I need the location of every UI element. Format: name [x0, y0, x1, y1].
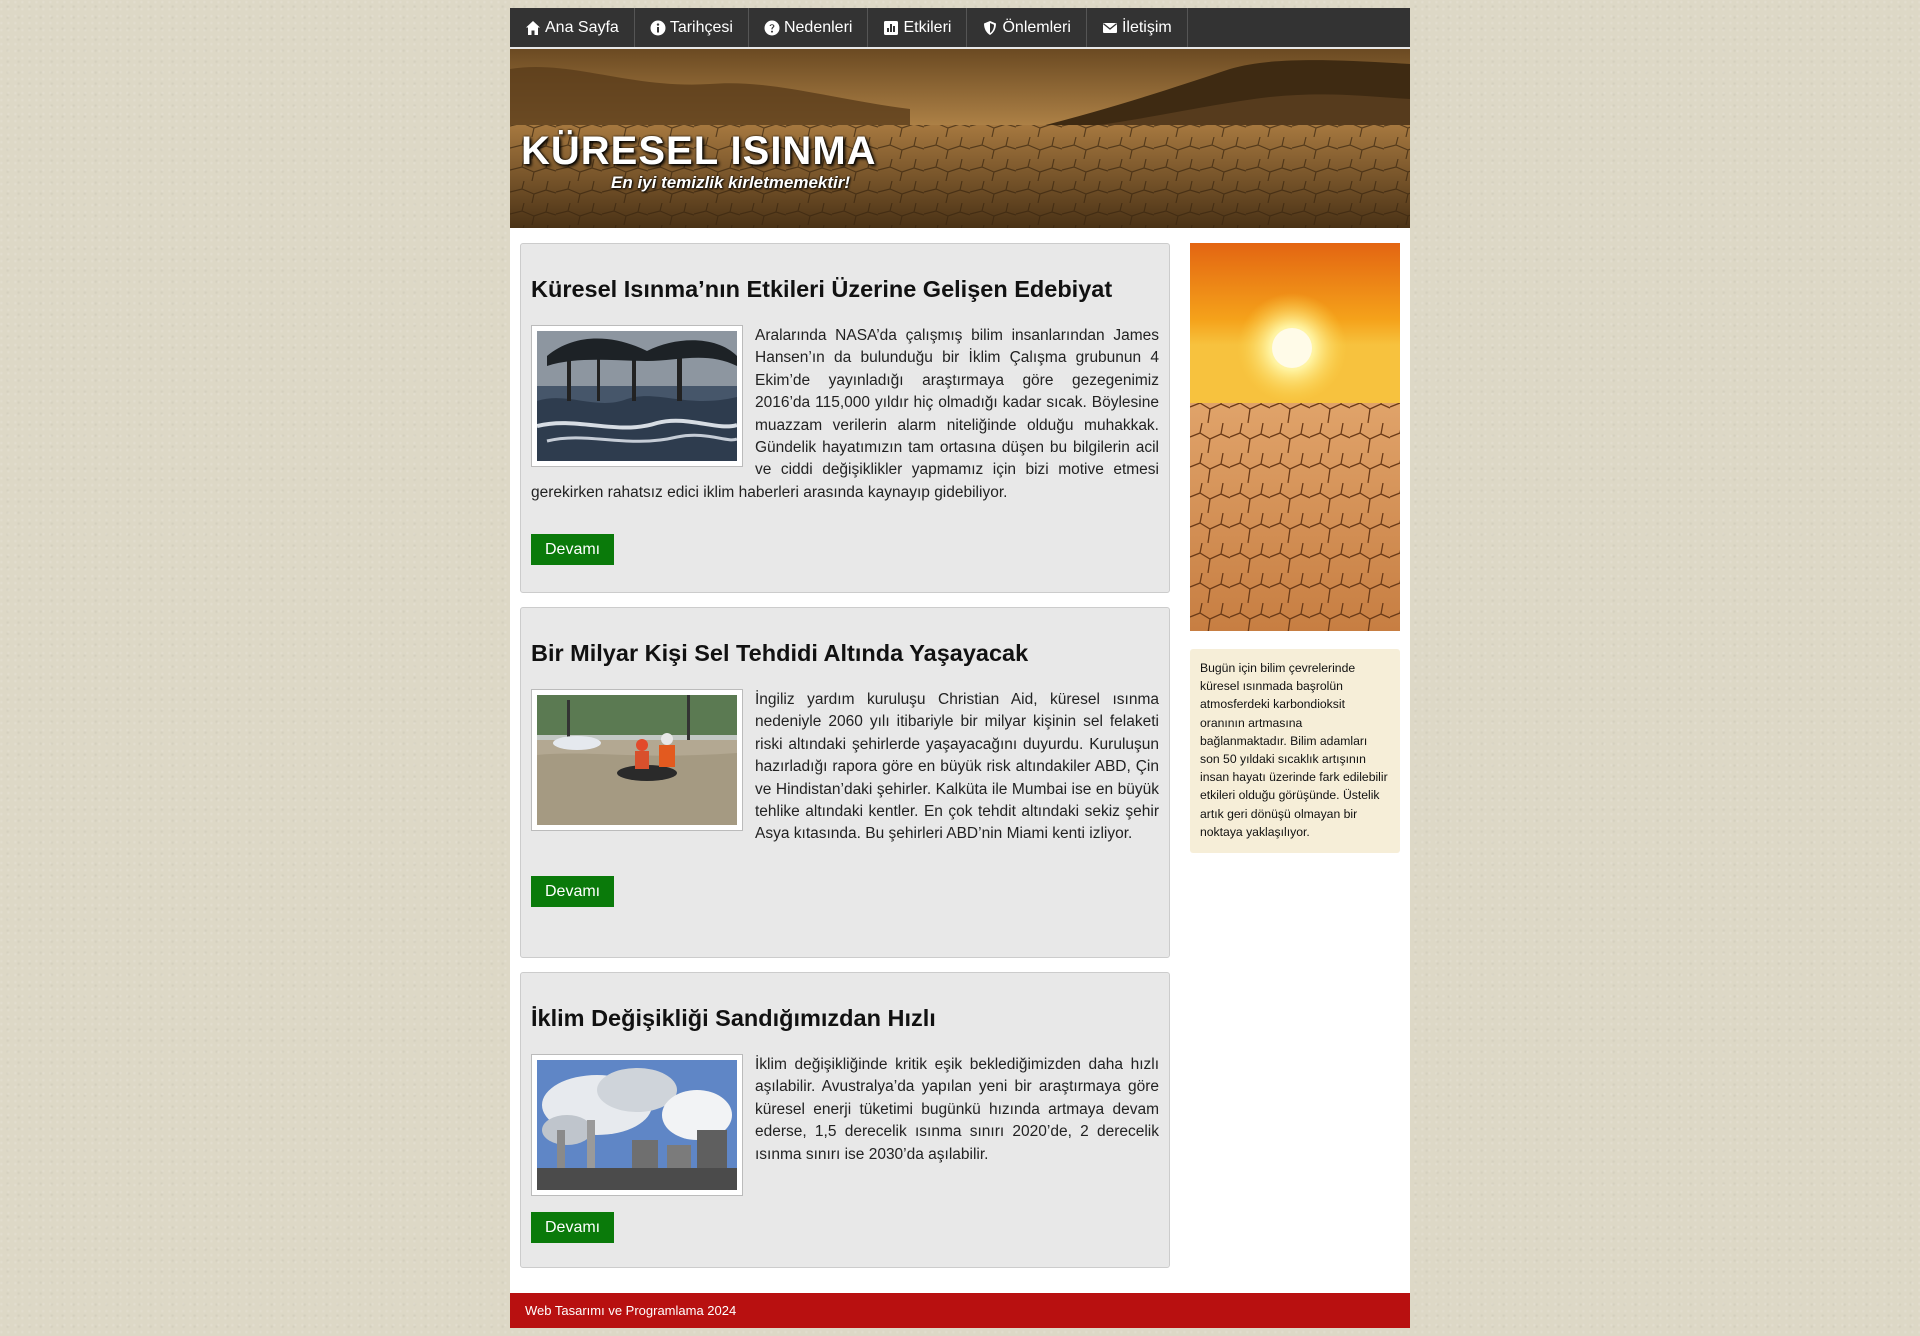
site-footer: Web Tasarımı ve Programlama 2024	[510, 1293, 1410, 1328]
nav-item-iletisim[interactable]: İletişim	[1087, 8, 1188, 47]
question-icon	[764, 20, 780, 36]
sidebar: Bugün için bilim çevrelerinde küresel ıs…	[1190, 243, 1400, 854]
nav-item-label: Etkileri	[903, 18, 952, 36]
read-more-button[interactable]: Devamı	[531, 875, 615, 907]
nav-item-etkileri[interactable]: Etkileri	[868, 8, 968, 47]
nav-item-label: İletişim	[1121, 18, 1172, 36]
nav-item-onlemleri[interactable]: Önlemleri	[967, 8, 1087, 47]
nav-item-nedenleri[interactable]: Nedenleri	[749, 8, 869, 47]
read-more-button[interactable]: Devamı	[531, 534, 615, 566]
nav-item-label: Önlemleri	[1002, 18, 1071, 36]
main-nav: Ana Sayfa Tarihçesi Nedenleri Etkileri Ö…	[510, 8, 1410, 49]
read-more-button[interactable]: Devamı	[531, 1212, 615, 1243]
site-title: KÜRESEL ISINMA	[521, 129, 877, 173]
sidebar-info-box: Bugün için bilim çevrelerinde küresel ıs…	[1190, 649, 1400, 854]
nav-item-label: Nedenleri	[783, 18, 853, 36]
article-image-power-plant	[531, 1054, 743, 1196]
chart-icon	[883, 20, 899, 36]
nav-item-label: Tarihçesi	[669, 18, 733, 36]
article-card: Küresel Isınma’nın Etkileri Üzerine Geli…	[520, 243, 1170, 593]
site-slogan: En iyi temizlik kirletmemektir!	[611, 173, 851, 192]
footer-text: Web Tasarımı ve Programlama 2024	[525, 1303, 737, 1318]
article-card: İklim Değişikliği Sandığımızdan Hızlı İk…	[520, 972, 1170, 1268]
site-banner: KÜRESEL ISINMA En iyi temizlik kirletmem…	[510, 49, 1410, 228]
home-icon	[525, 20, 541, 36]
info-icon	[650, 20, 666, 36]
article-image-flood-rescue	[531, 689, 743, 831]
shield-icon	[982, 20, 998, 36]
article-text: İngiliz yardım kuruluşu Christian Aid, k…	[755, 691, 1159, 843]
nav-item-tarihcesi[interactable]: Tarihçesi	[635, 8, 749, 47]
sidebar-image-sun-cracked-earth	[1190, 243, 1400, 631]
page: Ana Sayfa Tarihçesi Nedenleri Etkileri Ö…	[510, 8, 1410, 1328]
envelope-icon	[1102, 20, 1118, 36]
article-image-flooded-trees	[531, 325, 743, 467]
article-list: Küresel Isınma’nın Etkileri Üzerine Geli…	[520, 243, 1170, 1282]
nav-item-label: Ana Sayfa	[545, 18, 619, 36]
article-title: İklim Değişikliği Sandığımızdan Hızlı	[531, 1005, 936, 1031]
article-title: Küresel Isınma’nın Etkileri Üzerine Geli…	[531, 276, 1113, 302]
nav-item-ana-sayfa[interactable]: Ana Sayfa	[510, 8, 635, 47]
article-card: Bir Milyar Kişi Sel Tehdidi Altında Yaşa…	[520, 607, 1170, 958]
article-title: Bir Milyar Kişi Sel Tehdidi Altında Yaşa…	[531, 640, 1029, 666]
article-text: İklim değişikliğinde kritik eşik bekledi…	[755, 1056, 1159, 1163]
